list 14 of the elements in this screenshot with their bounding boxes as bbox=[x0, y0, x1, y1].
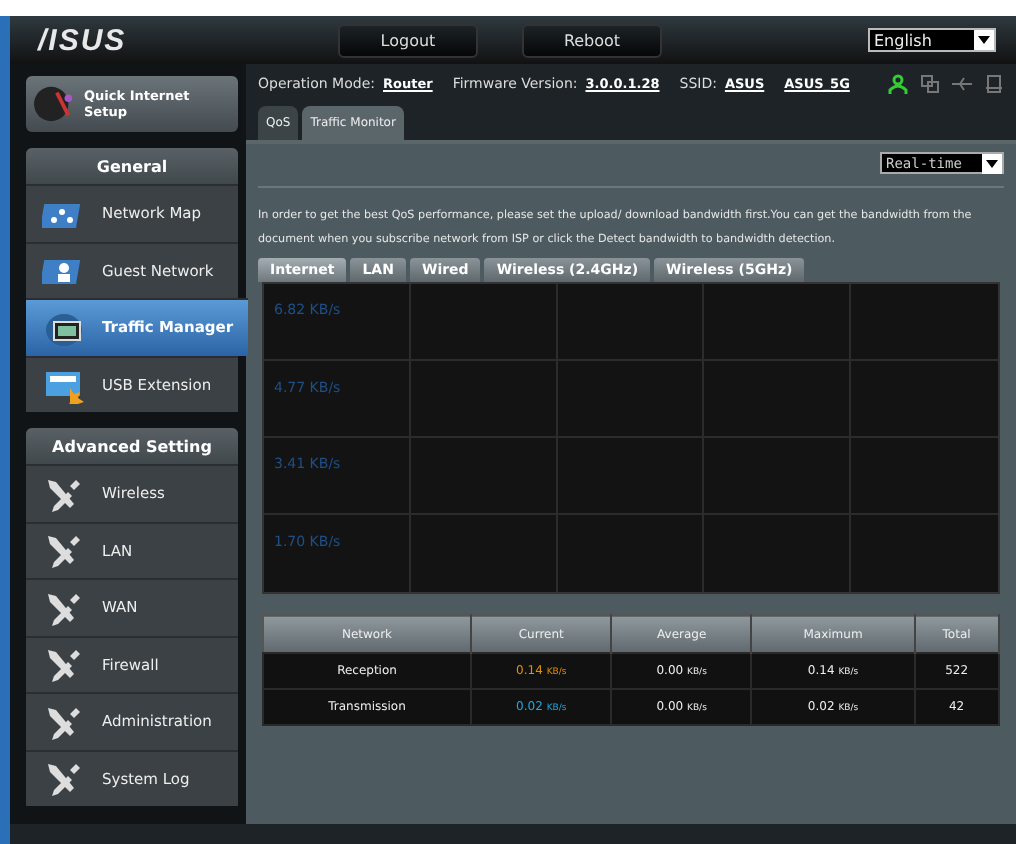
wizard-icon bbox=[34, 82, 76, 126]
menu-heading: Advanced Setting bbox=[26, 428, 238, 464]
caret-icon bbox=[978, 36, 990, 44]
menu-heading: General bbox=[26, 148, 238, 184]
copy-icon[interactable] bbox=[920, 74, 940, 94]
tools-icon bbox=[42, 758, 86, 799]
tools-icon bbox=[42, 644, 86, 685]
tools-icon bbox=[42, 530, 86, 571]
header-button[interactable]: Reboot bbox=[522, 23, 662, 57]
header-button[interactable]: Logout bbox=[338, 23, 478, 57]
caret-icon bbox=[986, 159, 998, 167]
logo: /ISUS bbox=[38, 23, 129, 57]
person-icon[interactable] bbox=[888, 74, 908, 94]
language-select[interactable]: English bbox=[868, 28, 996, 52]
